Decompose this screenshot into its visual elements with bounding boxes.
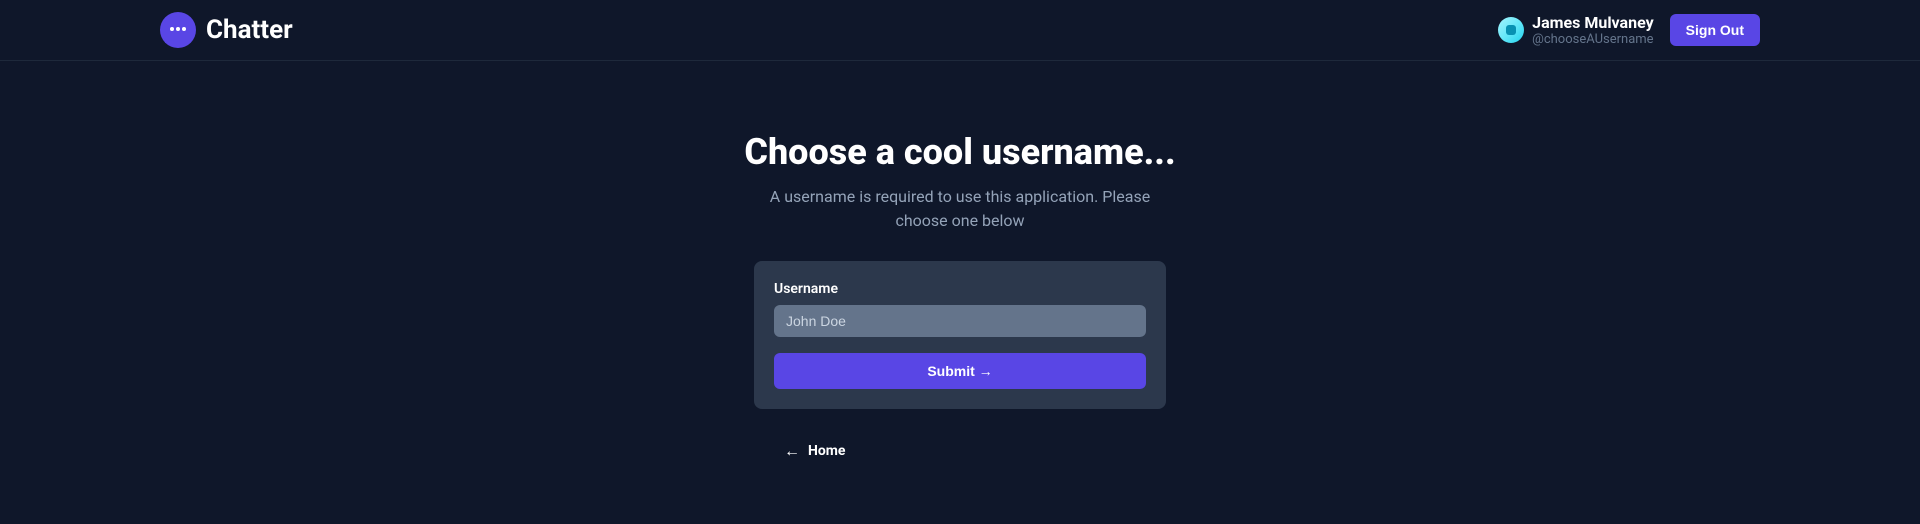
user-text-block: James Mulvaney @chooseAUsername [1532,13,1654,48]
submit-button[interactable]: Submit → [774,353,1146,389]
chat-bubble-icon [160,12,196,48]
signout-button[interactable]: Sign Out [1670,14,1760,46]
brand-name: Chatter [206,15,293,45]
header-right-section: James Mulvaney @chooseAUsername Sign Out [1498,13,1760,48]
user-profile[interactable]: James Mulvaney @chooseAUsername [1498,13,1654,48]
main-content: Choose a cool username... A username is … [0,61,1920,461]
username-input[interactable] [774,305,1146,337]
user-display-name: James Mulvaney [1532,13,1654,32]
arrow-left-icon: ← [784,441,800,461]
page-title: Choose a cool username... [744,131,1175,173]
username-form-card: Username Submit → [754,261,1166,409]
user-handle: @chooseAUsername [1532,32,1654,48]
brand-logo[interactable]: Chatter [160,12,293,48]
page-subtitle: A username is required to use this appli… [750,185,1170,233]
home-link[interactable]: ← Home [754,441,1166,461]
avatar [1498,17,1524,43]
app-header: Chatter James Mulvaney @chooseAUsername … [0,0,1920,61]
home-link-label: Home [808,443,845,459]
username-label: Username [774,281,1146,297]
